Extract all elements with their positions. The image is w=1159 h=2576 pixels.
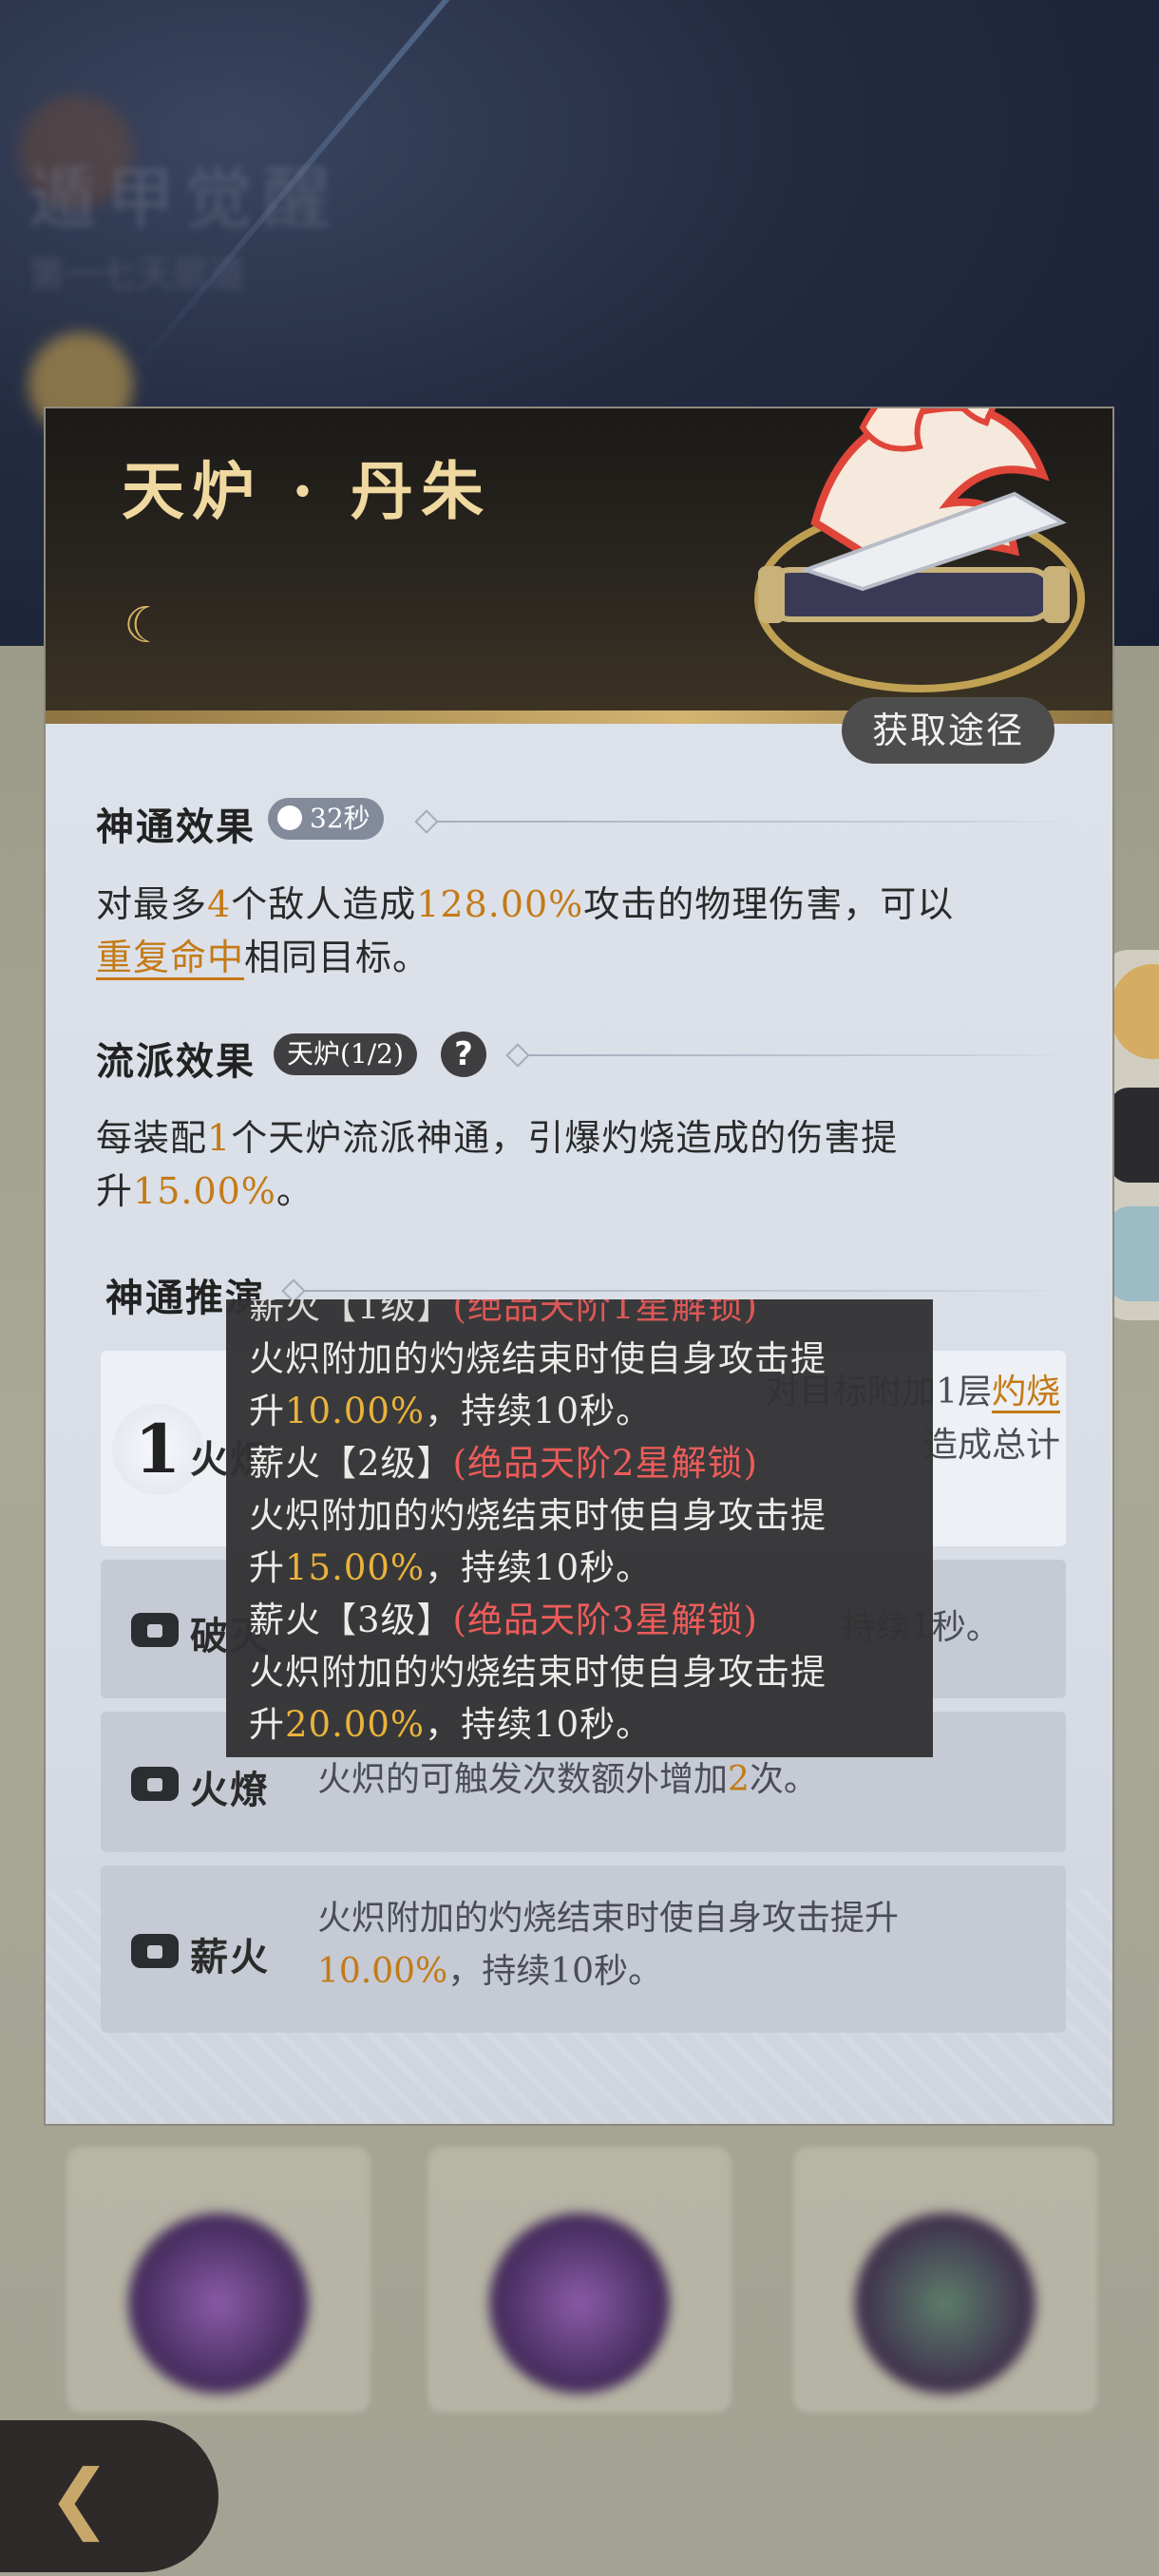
skill-detail-card: 天炉 · 丹朱 ☾ 神通效果 32秒 对最多4个敌人造成128.00%攻击的物理… xyxy=(44,407,1114,2126)
clock-icon xyxy=(277,805,302,830)
crescent-moon-icon: ☾ xyxy=(124,597,168,654)
keyword-repeat-hit[interactable]: 重复命中 xyxy=(96,937,244,978)
cooldown-value: 32秒 xyxy=(310,803,370,834)
bottom-orb-1 xyxy=(128,2213,309,2394)
background-subtitle: 第一七天层道 xyxy=(28,254,246,295)
bottom-orb-2 xyxy=(489,2213,670,2394)
side-button-chat[interactable] xyxy=(1110,1206,1159,1301)
row-description: 火炽的可触发次数额外增加2次。 xyxy=(317,1760,818,1799)
row-name: 火燎 xyxy=(190,1768,270,1812)
tooltip-entry-3-line1: 火炽附加的灼烧结束时使自身攻击提 xyxy=(249,1652,826,1693)
tooltip-entry-1-line1: 火炽附加的灼烧结束时使自身攻击提 xyxy=(249,1338,826,1379)
tooltip-entry-2-title: 薪火【2级】(绝品天阶2星解锁) xyxy=(249,1443,758,1484)
lock-icon xyxy=(131,1934,179,1968)
bottom-orb-3 xyxy=(855,2213,1036,2394)
evolution-row-4[interactable]: 薪火 火炽附加的灼烧结束时使自身攻击提升 10.00%，持续10秒。 xyxy=(101,1866,1066,2033)
tooltip-entry-1-line2: 升10.00%，持续10秒。 xyxy=(249,1391,653,1431)
row-description: 火炽附加的灼烧结束时使自身攻击提升 10.00%，持续10秒。 xyxy=(317,1899,900,1991)
back-arrow-icon: ❮ xyxy=(48,2453,112,2542)
tooltip-entry-1-title: 薪火【1级】(绝品天阶1星解锁) xyxy=(249,1299,758,1327)
school-tag: 天炉(1/2) xyxy=(274,1033,417,1075)
effect-description: 对最多4个敌人造成128.00%攻击的物理伤害，可以 重复命中相同目标。 xyxy=(96,883,955,978)
tooltip-entry-2-line1: 火炽附加的灼烧结束时使自身攻击提 xyxy=(249,1495,826,1536)
keyword-burn[interactable]: 灼烧 xyxy=(992,1373,1060,1411)
background-title: 遁甲觉醒 xyxy=(28,159,341,238)
scroll-artwork xyxy=(754,408,1085,692)
obtain-method-button[interactable]: 获取途径 xyxy=(842,697,1054,764)
school-title: 流派效果 xyxy=(96,1039,256,1084)
row-name: 薪火 xyxy=(190,1935,270,1979)
help-icon[interactable]: ? xyxy=(441,1032,486,1077)
tooltip-entry-3-title: 薪火【3级】(绝品天阶3星解锁) xyxy=(249,1600,758,1640)
effect-title: 神通效果 xyxy=(96,805,256,849)
divider-line xyxy=(528,1054,1074,1056)
divider-line xyxy=(437,821,1074,823)
back-button[interactable]: ❮ xyxy=(0,2420,218,2572)
divider-line xyxy=(304,1290,1074,1292)
lock-icon xyxy=(131,1767,179,1801)
tooltip-entry-3-line2: 升20.00%，持续10秒。 xyxy=(249,1704,653,1745)
side-button-video[interactable] xyxy=(1110,1088,1159,1183)
lock-icon xyxy=(131,1613,179,1647)
cooldown-badge: 32秒 xyxy=(268,798,384,840)
tooltip-entry-2-line2: 升15.00%，持续10秒。 xyxy=(249,1547,653,1588)
upgrade-tooltip: 薪火【1级】(绝品天阶1星解锁) 火炽附加的灼烧结束时使自身攻击提 升10.00… xyxy=(226,1299,933,1757)
school-description: 每装配1个天炉流派神通，引爆灼烧造成的伤害提 升15.00%。 xyxy=(96,1117,899,1212)
skill-name: 天炉 · 丹朱 xyxy=(122,454,491,528)
